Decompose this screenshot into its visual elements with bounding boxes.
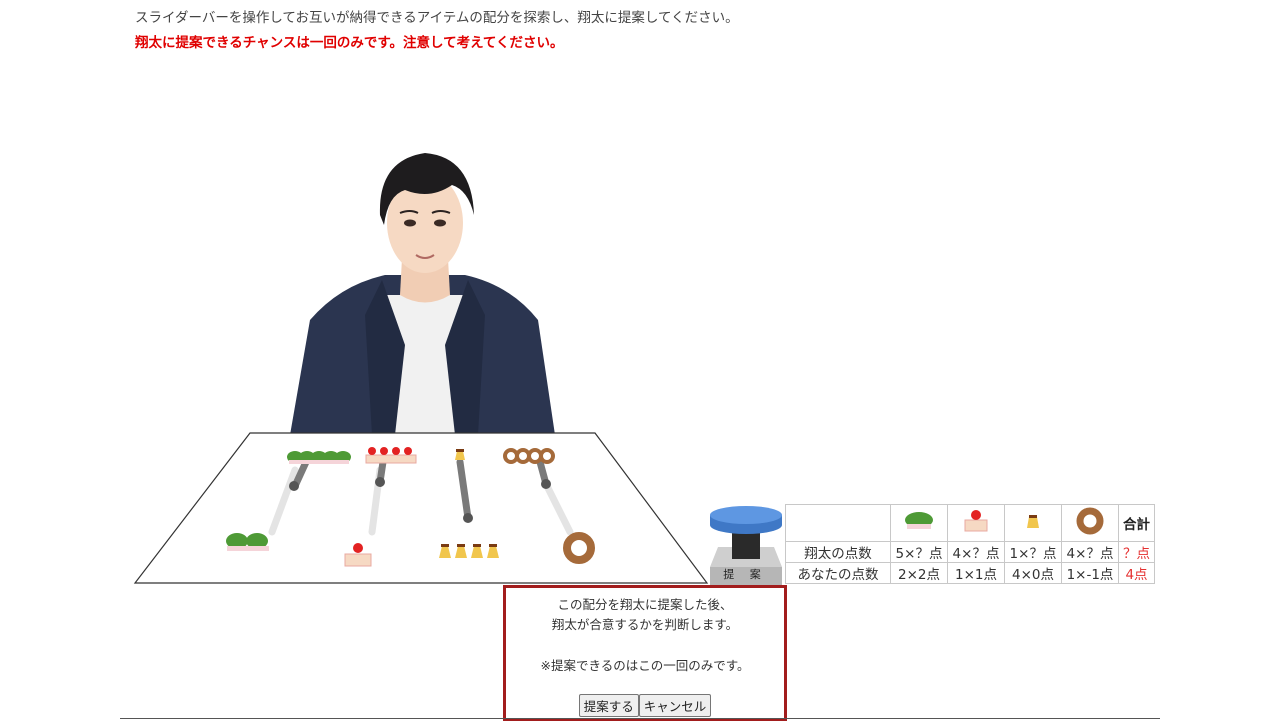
strawberry-cake-icon <box>964 510 988 532</box>
pudding-icon <box>1027 515 1039 528</box>
cake-icon <box>947 504 1005 542</box>
slider-handle-mochi[interactable] <box>289 481 299 491</box>
score-table-corner <box>785 504 891 542</box>
confirm-dialog: この配分を翔太に提案した後、 翔太が合意するかを判断します。 ※提案できるのはこ… <box>503 585 787 721</box>
your-score-cake: 1×1点 <box>947 562 1005 584</box>
your-pudding-group <box>439 544 499 558</box>
partner-pudding-group <box>455 449 465 460</box>
cancel-button[interactable]: キャンセル <box>638 694 712 717</box>
your-score-donut: 1×-1点 <box>1061 562 1119 584</box>
partner-score-label: 翔太の点数 <box>785 541 891 563</box>
pudding-cell-icon <box>1004 504 1062 542</box>
partner-score-mochi: 5×？点 <box>890 541 948 563</box>
dialog-buttons: 提案する キャンセル <box>506 694 784 717</box>
score-table: 合計 翔太の点数 5×？点 4×？点 1×？点 4×？点 ？点 あなたの点数 2… <box>785 504 1155 584</box>
partner-mochi-group <box>287 451 351 464</box>
partner-score-cake: 4×？点 <box>947 541 1005 563</box>
slider-handle-pudding[interactable] <box>463 513 473 523</box>
your-score-total: 4点 <box>1118 562 1155 584</box>
your-score-pudding: 4×0点 <box>1004 562 1062 584</box>
total-header: 合計 <box>1118 504 1155 542</box>
your-score-label: あなたの点数 <box>785 562 891 584</box>
dialog-note: ※提案できるのはこの一回のみです。 <box>540 658 750 673</box>
your-mochi-group <box>226 533 269 551</box>
partner-donut-group <box>503 448 555 464</box>
donut-icon <box>1076 507 1104 535</box>
dialog-line-1: この配分を翔太に提案した後、 <box>557 597 733 612</box>
bottom-divider <box>120 718 1160 719</box>
your-donut-group <box>563 532 595 564</box>
slider-handle-cake[interactable] <box>375 477 385 487</box>
partner-score-donut: 4×？点 <box>1061 541 1119 563</box>
partner-score-pudding: 1×？点 <box>1004 541 1062 563</box>
kashiwa-mochi-icon <box>905 512 933 529</box>
mochi-icon <box>890 504 948 542</box>
confirm-propose-button[interactable]: 提案する <box>578 694 639 717</box>
your-score-mochi: 2×2点 <box>890 562 948 584</box>
donut-cell-icon <box>1061 504 1119 542</box>
slider-handle-donut[interactable] <box>541 479 551 489</box>
your-cake-group <box>344 543 372 567</box>
partner-score-total: ？点 <box>1118 541 1155 563</box>
dialog-line-2: 翔太が合意するかを判断します。 <box>551 617 739 632</box>
partner-cake-group <box>365 447 417 464</box>
propose-button[interactable] <box>706 503 786 585</box>
